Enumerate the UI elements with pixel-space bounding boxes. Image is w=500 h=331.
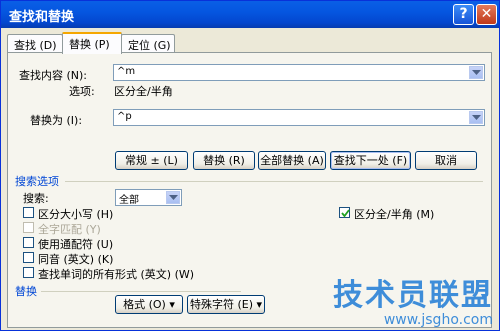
search-direction-select[interactable]: 全部 <box>115 189 182 206</box>
replace-input[interactable]: ^p <box>113 109 485 126</box>
chevron-down-icon <box>169 195 178 200</box>
search-options-divider <box>65 181 483 182</box>
find-label: 查找内容 (N): <box>19 69 88 82</box>
tab-goto[interactable]: 定位 (G) <box>121 34 175 54</box>
find-next-button[interactable]: 查找下一处 (F) <box>330 151 411 170</box>
checkmark-icon <box>341 209 350 218</box>
window-title: 查找和替换 <box>9 10 75 25</box>
find-input[interactable]: ^m <box>113 64 485 81</box>
special-button[interactable]: 特殊字符 (E) ▾ <box>187 295 265 314</box>
whole-word-label: 全字匹配 (Y) <box>38 223 101 236</box>
replace-section-divider <box>41 291 241 292</box>
search-direction-arrow[interactable] <box>166 191 180 204</box>
find-replace-dialog: 查找和替换 ? ✕ 查找 (D) 替换 (P) 定位 (G) 查找内容 (N):… <box>0 0 500 331</box>
sounds-like-checkbox[interactable] <box>23 252 34 263</box>
search-direction-value: 全部 <box>119 195 139 206</box>
word-forms-label: 查找单词的所有形式 (英文) (W) <box>38 268 195 281</box>
match-case-checkbox[interactable] <box>23 207 34 218</box>
find-dropdown-arrow[interactable] <box>469 66 483 79</box>
watermark-text: 技术员联盟 <box>333 278 493 313</box>
whole-word-checkbox <box>23 222 34 233</box>
chevron-down-icon <box>472 115 481 120</box>
tab-replace[interactable]: 替换 (P) <box>62 32 122 54</box>
sounds-like-label: 同音 (英文) (K) <box>38 253 114 266</box>
normal-toggle-button[interactable]: 常规 ± (L) <box>115 151 188 170</box>
replace-all-button[interactable]: 全部替换 (A) <box>258 151 326 170</box>
search-label: 搜索: <box>23 192 49 205</box>
search-options-header: 搜索选项 <box>15 175 59 188</box>
title-bar[interactable]: 查找和替换 ? ✕ <box>1 1 499 28</box>
close-button[interactable]: ✕ <box>476 4 497 25</box>
options-value: 区分全/半角 <box>114 85 173 98</box>
watermark-logo: 技术员联盟 www.jsgho.com <box>333 278 493 329</box>
tab-find-label: 查找 (D) <box>14 39 57 52</box>
word-forms-checkbox[interactable] <box>23 267 34 278</box>
halfwidth-label: 区分全/半角 (M) <box>354 208 435 221</box>
match-case-label: 区分大小写 (H) <box>38 208 114 221</box>
find-value: ^m <box>117 66 136 77</box>
chevron-down-icon <box>472 70 481 75</box>
format-button[interactable]: 格式 (O) ▾ <box>115 295 183 314</box>
replace-button[interactable]: 替换 (R) <box>193 151 255 170</box>
tab-replace-label: 替换 (P) <box>69 38 110 51</box>
replace-dropdown-arrow[interactable] <box>469 111 483 124</box>
halfwidth-checkbox[interactable] <box>339 207 350 218</box>
replace-label: 替换为 (I): <box>30 114 83 127</box>
wildcards-checkbox[interactable] <box>23 237 34 248</box>
options-label: 选项: <box>69 85 95 98</box>
help-button[interactable]: ? <box>453 4 474 25</box>
wildcards-label: 使用通配符 (U) <box>38 238 114 251</box>
cancel-button[interactable]: 取消 <box>415 151 477 170</box>
tab-goto-label: 定位 (G) <box>128 39 171 52</box>
replace-value: ^p <box>117 111 132 122</box>
tab-find[interactable]: 查找 (D) <box>7 34 63 54</box>
watermark-url: www.jsgho.com <box>383 312 493 328</box>
replace-section-header: 替换 <box>15 285 37 298</box>
